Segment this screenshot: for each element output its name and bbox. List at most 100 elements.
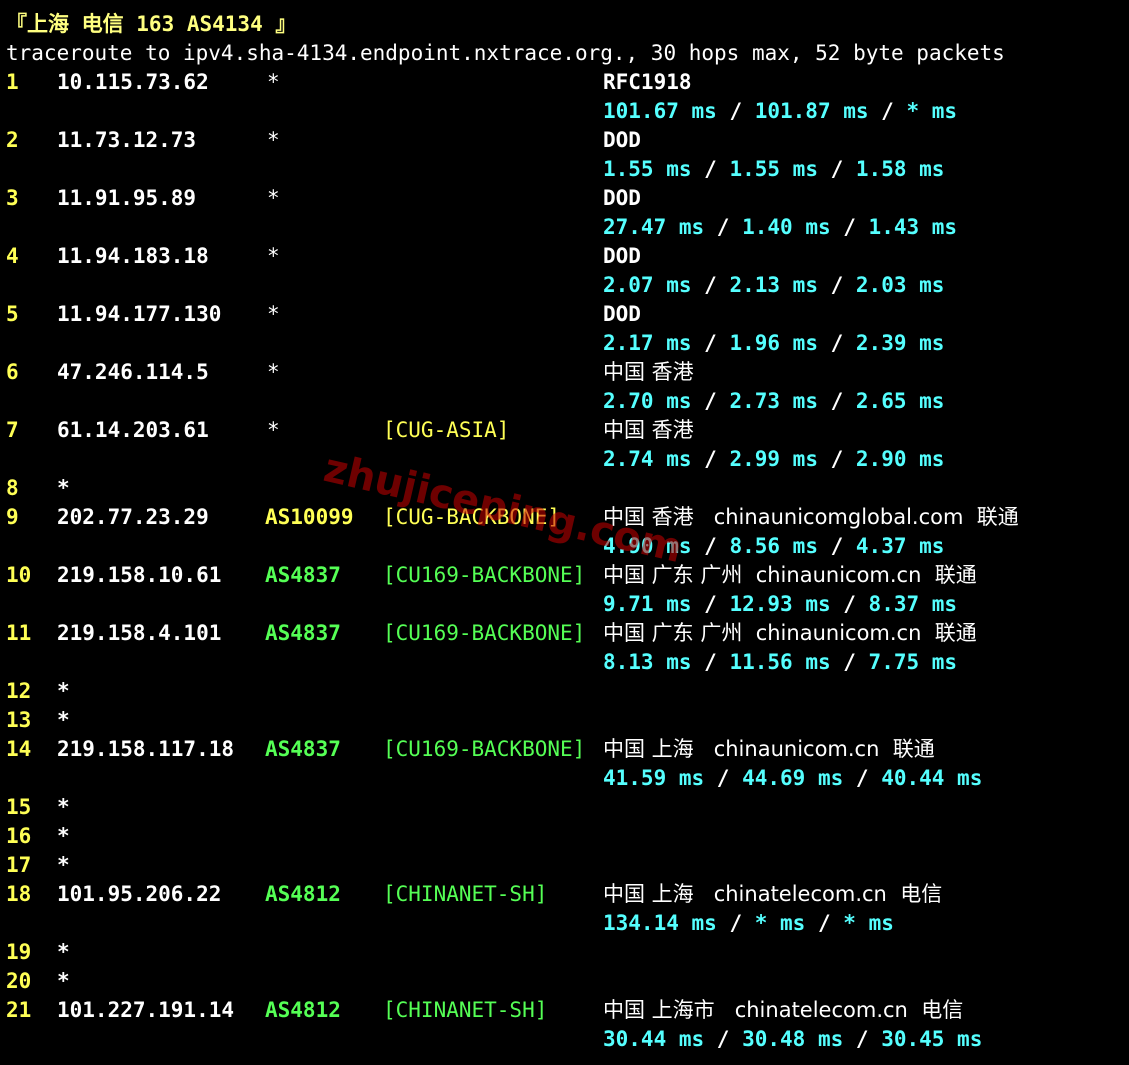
hop-row: 4 11.94.183.18 * DOD (6, 242, 1126, 271)
hop-location: DOD (603, 302, 641, 326)
rtt-separator: / (817, 534, 856, 558)
rtt-value: 8.37 (868, 592, 920, 616)
hop-number: 16 (6, 824, 32, 848)
rtt-unit: ms (792, 650, 831, 674)
hop-ip: 11.94.183.18 (57, 244, 209, 268)
rtt-unit: ms (780, 157, 818, 181)
hop-ip: 11.94.177.130 (57, 302, 222, 326)
rtt-unit: ms (919, 650, 958, 674)
hop-rtt-row: 8.13 ms / 11.56 ms / 7.75 ms (6, 648, 1126, 677)
hop-asn: AS10099 (265, 505, 354, 529)
hop-number: 1 (6, 70, 19, 94)
rtt-value: 30.48 (742, 1027, 806, 1051)
hop-number: 10 (6, 563, 32, 587)
rtt-value: 101.87 (754, 99, 831, 123)
hop-asn: AS4837 (265, 737, 341, 761)
hop-location: 中国 香港 (603, 418, 694, 442)
hop-ip: 10.115.73.62 (57, 70, 209, 94)
rtt-separator: / (830, 592, 869, 616)
hop-row: 10 219.158.10.61 AS4837 [CU169-BACKBONE] 中国 … (6, 561, 1126, 590)
rtt-unit: ms (653, 389, 692, 413)
rtt-separator: / (843, 1027, 882, 1051)
rtt-unit: ms (906, 273, 945, 297)
rtt-value: * (906, 99, 920, 123)
rtt-separator: / (691, 592, 730, 616)
hop-number: 12 (6, 679, 32, 703)
rtt-separator: / (691, 157, 730, 181)
trace-title: 『上海 电信 163 AS4134 』 (6, 10, 1126, 39)
hop-location: 中国 广东 广州 chinaunicom.cn 联通 (603, 563, 977, 587)
rtt-unit: ms (666, 766, 705, 790)
hop-row: 9 202.77.23.29 AS10099 [CUG-BACKBONE] 中国 香港 … (6, 503, 1126, 532)
rtt-value: 8.56 (729, 534, 781, 558)
terminal-output: 『上海 电信 163 AS4134 』 traceroute to ipv4.s… (6, 10, 1126, 1054)
hop-asn: AS4837 (265, 563, 341, 587)
hop-number: 19 (6, 940, 32, 964)
rtt-value: 2.07 (603, 273, 654, 297)
rtt-unit: ms (653, 273, 692, 297)
hop-location: 中国 香港 chinaunicomglobal.com 联通 (603, 505, 1019, 529)
hop-asn: AS4837 (265, 621, 341, 645)
hop-number: 8 (6, 476, 19, 500)
hop-rtt: 41.59 ms / 44.69 ms / 40.44 ms (603, 764, 982, 793)
rtt-value: 30.44 (603, 1027, 667, 1051)
hop-ip: 11.73.12.73 (57, 128, 197, 152)
rtt-value: 1.96 (729, 331, 781, 355)
rtt-unit: ms (666, 215, 705, 239)
rtt-unit: ms (792, 215, 831, 239)
hop-rtt-row: 9.71 ms / 12.93 ms / 8.37 ms (6, 590, 1126, 619)
hop-timeout: * (57, 476, 70, 500)
rtt-separator: / (868, 99, 907, 123)
rtt-value: 9.71 (603, 592, 654, 616)
hop-network-tag: [CU169-BACKBONE] (383, 621, 586, 645)
rtt-separator: / (830, 650, 869, 674)
hop-ip: 47.246.114.5 (57, 360, 209, 384)
hop-number: 3 (6, 186, 19, 210)
rtt-separator: / (716, 911, 755, 935)
rtt-unit: ms (653, 650, 692, 674)
hop-timeout: * (57, 940, 70, 964)
rtt-separator: / (817, 273, 856, 297)
traceroute-command-line: traceroute to ipv4.sha-4134.endpoint.nxt… (6, 39, 1126, 68)
hop-row: 6 47.246.114.5 * 中国 香港 (6, 358, 1126, 387)
rtt-separator: / (704, 215, 743, 239)
rtt-value: 27.47 (603, 215, 667, 239)
hop-row: 13 * (6, 706, 1126, 735)
hop-location: DOD (603, 244, 641, 268)
hop-rtt-row: 2.07 ms / 2.13 ms / 2.03 ms (6, 271, 1126, 300)
hop-asn: * (267, 128, 280, 152)
hop-timeout: * (57, 824, 70, 848)
hop-timeout: * (57, 969, 70, 993)
rtt-value: 12.93 (729, 592, 793, 616)
rtt-value: 30.45 (881, 1027, 945, 1051)
hop-network-tag: [CHINANET-SH] (383, 998, 548, 1022)
rtt-unit: ms (780, 273, 818, 297)
hop-rtt: 9.71 ms / 12.93 ms / 8.37 ms (603, 590, 957, 619)
rtt-value: * (843, 911, 856, 935)
rtt-unit: ms (906, 447, 945, 471)
rtt-separator: / (817, 331, 856, 355)
hop-number: 7 (6, 418, 19, 442)
rtt-value: 4.37 (855, 534, 907, 558)
hop-ip: 101.227.191.14 (57, 998, 235, 1022)
hop-number: 2 (6, 128, 19, 152)
rtt-value: 2.74 (603, 447, 654, 471)
hop-row: 3 11.91.95.89 * DOD (6, 184, 1126, 213)
hop-rtt: 2.74 ms / 2.99 ms / 2.90 ms (603, 445, 944, 474)
rtt-value: 1.43 (868, 215, 920, 239)
hop-rtt: 2.70 ms / 2.73 ms / 2.65 ms (603, 387, 944, 416)
rtt-unit: ms (944, 1027, 983, 1051)
hop-row: 2 11.73.12.73 * DOD (6, 126, 1126, 155)
hop-location: DOD (603, 186, 641, 210)
rtt-separator: / (817, 157, 856, 181)
rtt-value: 2.13 (729, 273, 781, 297)
hop-rtt-row: 2.70 ms / 2.73 ms / 2.65 ms (6, 387, 1126, 416)
rtt-value: 1.55 (729, 157, 781, 181)
hop-row: 21 101.227.191.14 AS4812 [CHINANET-SH] 中国 上海… (6, 996, 1126, 1025)
hop-number: 11 (6, 621, 32, 645)
hop-rtt: 2.07 ms / 2.13 ms / 2.03 ms (603, 271, 944, 300)
rtt-separator: / (691, 331, 730, 355)
rtt-unit: ms (855, 911, 894, 935)
hop-asn: * (267, 360, 280, 384)
rtt-unit: ms (678, 911, 717, 935)
